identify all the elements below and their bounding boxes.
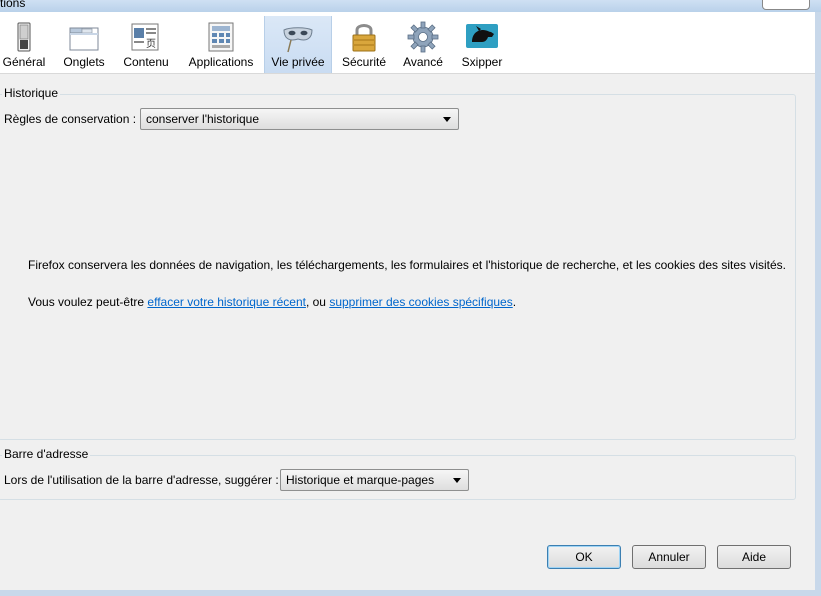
history-group-title: Historique bbox=[2, 86, 61, 100]
window-title: tions bbox=[0, 0, 26, 10]
tab-privacy-label: Vie privée bbox=[271, 55, 325, 69]
options-window: tions Général Onglets 页 Contenu Applicat… bbox=[0, 0, 821, 596]
tab-sxipper-label: Sxipper bbox=[461, 55, 503, 69]
address-bar-suggest-label: Lors de l'utilisation de la barre d'adre… bbox=[4, 473, 279, 487]
privacy-mask-icon bbox=[283, 27, 313, 53]
tab-tabs[interactable]: Onglets bbox=[56, 16, 112, 73]
tab-advanced-label: Avancé bbox=[403, 55, 443, 69]
suggestion-middle: , ou bbox=[305, 295, 330, 309]
title-bar: tions bbox=[0, 0, 821, 12]
tab-applications[interactable]: Applications bbox=[184, 16, 258, 73]
tab-tabs-label: Onglets bbox=[63, 55, 105, 69]
chevron-down-icon bbox=[443, 117, 451, 122]
address-bar-suggest-select[interactable]: Historique et marque-pages bbox=[280, 469, 469, 491]
address-bar-suggest-value: Historique et marque-pages bbox=[286, 473, 435, 487]
window-close-button[interactable] bbox=[762, 0, 810, 10]
sxipper-dog-icon bbox=[466, 24, 498, 48]
tab-advanced[interactable]: Avancé bbox=[398, 16, 448, 73]
window-right-border bbox=[815, 12, 821, 596]
chevron-down-icon bbox=[453, 478, 461, 483]
tabs-window-icon bbox=[69, 27, 99, 51]
help-button[interactable]: Aide bbox=[717, 545, 791, 569]
history-info-text: Firefox conservera les données de naviga… bbox=[28, 258, 787, 272]
tab-general[interactable]: Général bbox=[0, 16, 48, 73]
tab-content[interactable]: 页 Contenu bbox=[118, 16, 174, 73]
suggestion-prefix: Vous voulez peut-être bbox=[28, 295, 148, 309]
window-bottom-border bbox=[0, 590, 821, 596]
svg-text:页: 页 bbox=[146, 38, 156, 50]
retention-rules-select[interactable]: conserver l'historique bbox=[140, 108, 459, 130]
tab-content-label: Contenu bbox=[123, 55, 169, 69]
tab-security-label: Sécurité bbox=[341, 55, 387, 69]
retention-rules-value: conserver l'historique bbox=[146, 112, 260, 126]
remove-specific-cookies-link[interactable]: supprimer des cookies spécifiques bbox=[329, 295, 512, 309]
tab-security[interactable]: Sécurité bbox=[338, 16, 390, 73]
clear-recent-history-link[interactable]: effacer votre historique récent bbox=[147, 295, 306, 309]
address-bar-group-title: Barre d'adresse bbox=[2, 447, 91, 461]
help-button-label: Aide bbox=[741, 550, 767, 564]
tab-applications-label: Applications bbox=[188, 55, 254, 69]
applications-icon bbox=[208, 22, 234, 52]
tab-general-label: Général bbox=[2, 55, 46, 69]
content-page-icon: 页 bbox=[131, 23, 159, 51]
cancel-button[interactable]: Annuler bbox=[632, 545, 706, 569]
general-switch-icon bbox=[17, 22, 31, 52]
tab-privacy[interactable]: Vie privée bbox=[264, 16, 332, 73]
gear-icon bbox=[407, 21, 439, 53]
tab-sxipper[interactable]: Sxipper bbox=[456, 16, 508, 73]
padlock-icon bbox=[352, 24, 376, 52]
preferences-toolbar: Général Onglets 页 Contenu Applications V… bbox=[0, 12, 821, 74]
retention-rules-label: Règles de conservation : bbox=[4, 112, 137, 126]
history-suggestion-text: Vous voulez peut-être effacer votre hist… bbox=[28, 295, 516, 309]
ok-button[interactable]: OK bbox=[547, 545, 621, 569]
suggestion-suffix: . bbox=[512, 295, 517, 309]
